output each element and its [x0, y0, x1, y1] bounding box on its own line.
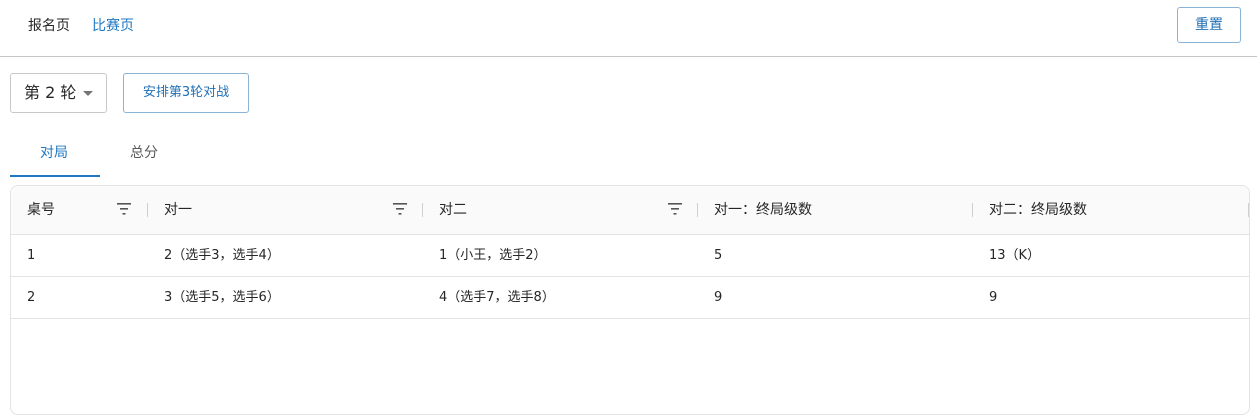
column-separator[interactable]: [1248, 203, 1249, 217]
table-row: 2 3（选手5，选手6） 4（选手7，选手8） 9 9: [11, 277, 1249, 319]
column-label: 对一：终局级数: [714, 202, 812, 218]
filter-icon[interactable]: [393, 203, 407, 215]
column-label: 对二：终局级数: [989, 202, 1087, 218]
tab-total-score[interactable]: 总分: [130, 144, 158, 162]
column-label: 对二: [439, 202, 467, 218]
cell-side-one-final-level: 5: [714, 248, 723, 263]
top-bar: 报名页 比赛页 重置: [0, 0, 1257, 57]
arrange-round-button[interactable]: 安排第3轮对战: [123, 73, 249, 113]
column-header-side-two: 对二: [423, 186, 698, 235]
cell-side-two-final-level: 9: [989, 290, 998, 305]
cell-table-number: 2: [27, 290, 36, 305]
cell-side-two: 4（选手7，选手8）: [439, 290, 555, 305]
column-header-table-number: 桌号: [11, 186, 148, 235]
column-header-side-one-final-level: 对一：终局级数: [698, 186, 973, 235]
cell-side-one-final-level: 9: [714, 290, 723, 305]
filter-icon[interactable]: [668, 203, 682, 215]
cell-side-one: 3（选手5，选手6）: [164, 290, 280, 305]
column-label: 对一: [164, 202, 192, 218]
round-select[interactable]: 第 2 轮: [10, 73, 107, 113]
column-label: 桌号: [27, 202, 55, 218]
cell-side-one: 2（选手3，选手4）: [164, 248, 280, 263]
table-row: 1 2（选手3，选手4） 1（小王，选手2） 5 13（K）: [11, 235, 1249, 277]
cell-side-two-final-level: 13（K）: [989, 248, 1041, 263]
chevron-down-icon: [83, 91, 93, 96]
reset-button[interactable]: 重置: [1177, 7, 1241, 43]
nav-link-signup[interactable]: 报名页: [28, 16, 70, 36]
tab-active-indicator: [10, 175, 100, 177]
round-select-value: 第 2 轮: [24, 83, 77, 102]
cell-side-two: 1（小王，选手2）: [439, 248, 547, 263]
filter-icon[interactable]: [117, 203, 131, 215]
games-table: 桌号 对一 对二 对一：终局级数 对二：终局级数 1 2（选手3，选手4） 1（…: [10, 185, 1250, 415]
column-header-side-two-final-level: 对二：终局级数: [973, 186, 1249, 235]
table-header: 桌号 对一 对二 对一：终局级数 对二：终局级数: [11, 186, 1249, 235]
column-header-side-one: 对一: [148, 186, 423, 235]
tab-games[interactable]: 对局: [40, 144, 68, 162]
nav-link-match[interactable]: 比赛页: [92, 16, 134, 36]
cell-table-number: 1: [27, 248, 36, 263]
